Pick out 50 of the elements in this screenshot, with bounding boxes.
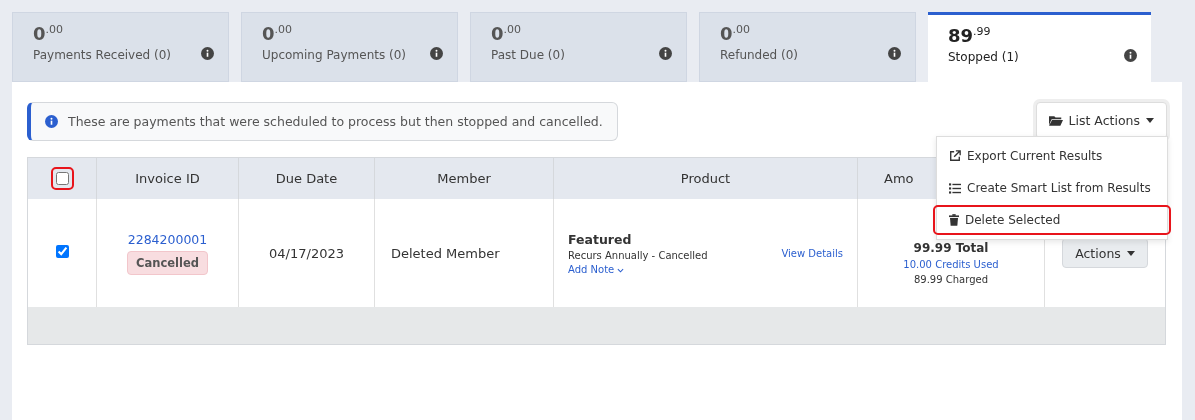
- tab-amount: 0$^{.00}$: [262, 23, 293, 44]
- invoice-link[interactable]: 2284200001: [127, 231, 208, 247]
- tab-label: Stopped (1): [948, 50, 1019, 64]
- tab-amount: 0$^{.00}$: [491, 23, 522, 44]
- member-name: Deleted Member: [391, 245, 500, 261]
- column-header: Product: [680, 171, 731, 186]
- tab-label: Past Due (0): [491, 48, 565, 62]
- column-header: Member: [437, 171, 491, 186]
- due-date: 04/17/2023: [269, 245, 344, 261]
- external-link-icon: [949, 150, 961, 162]
- caret-icon: [1146, 118, 1154, 123]
- status-badge: Cancelled: [127, 250, 208, 275]
- tab-amount: 0$^{.00}$: [33, 23, 64, 44]
- summary-tab[interactable]: 0$^{.00}$ Upcoming Payments (0): [241, 12, 458, 82]
- tab-label: Upcoming Payments (0): [262, 48, 406, 62]
- summary-tab[interactable]: 0$^{.00}$ Refunded (0): [699, 12, 916, 82]
- tab-label: Refunded (0): [720, 48, 799, 62]
- trash-icon: [949, 214, 959, 226]
- info-icon: [201, 47, 214, 60]
- credits-link[interactable]: 10.00 Credits Used: [903, 259, 999, 270]
- add-note-link[interactable]: Add Note: [568, 263, 625, 275]
- alert-text: These are payments that were scheduled to process but then stopped and cancelled.: [68, 114, 603, 129]
- actions-button[interactable]: Actions: [1062, 238, 1148, 268]
- caret-icon: [1126, 250, 1135, 256]
- view-details-link[interactable]: View Details: [781, 247, 843, 259]
- summary-tab[interactable]: 0$^{.00}$ Payments Received (0): [12, 12, 229, 82]
- info-icon: [430, 47, 443, 60]
- menu-item[interactable]: Export Current Results: [933, 141, 1171, 171]
- tab-amount: 89$^{.99}$: [948, 25, 991, 46]
- summary-tab[interactable]: 0$^{.00}$ Past Due (0): [470, 12, 687, 82]
- menu-item[interactable]: Delete Selected: [933, 205, 1171, 235]
- charged-amount: 89.99 Charged: [913, 274, 988, 285]
- column-header: Invoice ID: [135, 171, 200, 186]
- list-icon: [949, 182, 961, 194]
- tab-amount: 0$^{.00}$: [720, 23, 751, 44]
- column-header: Due Date: [275, 171, 338, 186]
- chevron-icon: [617, 267, 625, 273]
- total-amount: 99.99 Total: [913, 241, 989, 255]
- info-icon: [45, 115, 58, 128]
- summary-tab[interactable]: 89$^{.99}$ Stopped (1): [928, 12, 1151, 82]
- row-checkbox[interactable]: [55, 245, 69, 258]
- product-name: Featured: [568, 231, 632, 247]
- product-detail: Recurs Annually - Cancelled: [568, 249, 708, 261]
- info-icon: [888, 47, 901, 60]
- tab-label: Payments Received (0): [33, 48, 171, 62]
- info-icon: [1124, 49, 1137, 62]
- info-icon: [659, 47, 672, 60]
- column-header: Amo: [884, 171, 914, 186]
- folder-icon: [1048, 115, 1063, 126]
- select-all-checkbox[interactable]: [55, 172, 69, 185]
